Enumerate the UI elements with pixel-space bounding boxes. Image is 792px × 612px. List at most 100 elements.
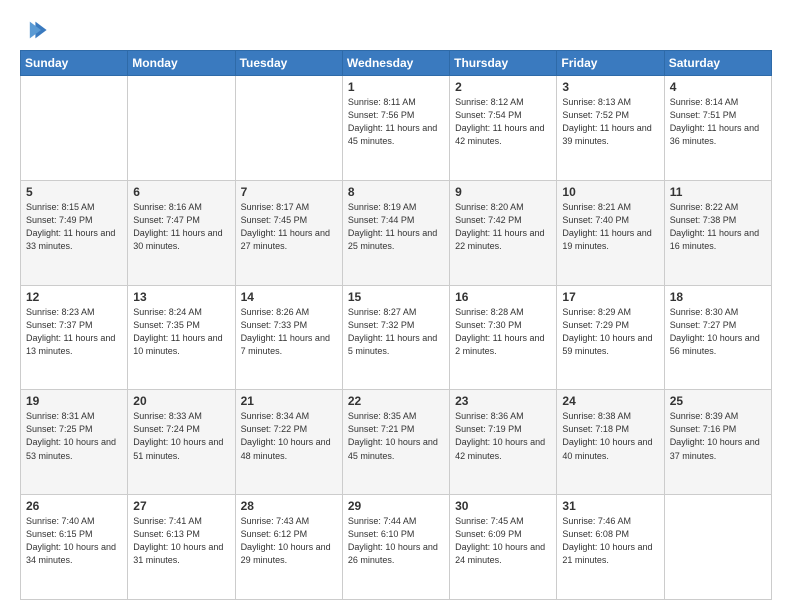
- calendar-cell: [21, 76, 128, 181]
- calendar-cell: 25 Sunrise: 8:39 AM Sunset: 7:16 PM Dayli…: [664, 390, 771, 495]
- day-number: 29: [348, 499, 444, 513]
- day-number: 28: [241, 499, 337, 513]
- calendar-cell: 9Sunrise: 8:20 AM Sunset: 7:42 PM Daylig…: [450, 180, 557, 285]
- day-info: Sunrise: 7:44 AM Sunset: 6:10 PM Dayligh…: [348, 515, 444, 567]
- day-number: 31: [562, 499, 658, 513]
- weekday-header-tuesday: Tuesday: [235, 51, 342, 76]
- day-number: 4: [670, 80, 766, 94]
- calendar-cell: 18 Sunrise: 8:30 AM Sunset: 7:27 PM Dayli…: [664, 285, 771, 390]
- day-number: 13: [133, 290, 229, 304]
- calendar-cell: 20 Sunrise: 8:33 AM Sunset: 7:24 PM Dayli…: [128, 390, 235, 495]
- weekday-header-wednesday: Wednesday: [342, 51, 449, 76]
- page: SundayMondayTuesdayWednesdayThursdayFrid…: [0, 0, 792, 612]
- calendar-cell: 6Sunrise: 8:16 AM Sunset: 7:47 PM Daylig…: [128, 180, 235, 285]
- calendar-cell: 13 Sunrise: 8:24 AM Sunset: 7:35 PM Dayli…: [128, 285, 235, 390]
- calendar-cell: 17 Sunrise: 8:29 AM Sunset: 7:29 PM Dayli…: [557, 285, 664, 390]
- calendar-cell: 1Sunrise: 8:11 AM Sunset: 7:56 PM Daylig…: [342, 76, 449, 181]
- day-number: 25: [670, 394, 766, 408]
- day-number: 6: [133, 185, 229, 199]
- day-number: 19: [26, 394, 122, 408]
- week-row-4: 19 Sunrise: 8:31 AM Sunset: 7:25 PM Dayli…: [21, 390, 772, 495]
- day-number: 3: [562, 80, 658, 94]
- calendar-cell: 21Sunrise: 8:34 AM Sunset: 7:22 PM Dayli…: [235, 390, 342, 495]
- day-info: Sunrise: 8:13 AM Sunset: 7:52 PM Dayligh…: [562, 96, 658, 148]
- day-info: Sunrise: 7:46 AM Sunset: 6:08 PM Dayligh…: [562, 515, 658, 567]
- weekday-header-monday: Monday: [128, 51, 235, 76]
- day-info: Sunrise: 8:33 AM Sunset: 7:24 PM Dayligh…: [133, 410, 229, 462]
- day-info: Sunrise: 8:27 AM Sunset: 7:32 PM Dayligh…: [348, 306, 444, 358]
- day-info: Sunrise: 8:29 AM Sunset: 7:29 PM Dayligh…: [562, 306, 658, 358]
- calendar-cell: 30 Sunrise: 7:45 AM Sunset: 6:09 PM Dayli…: [450, 495, 557, 600]
- weekday-header-sunday: Sunday: [21, 51, 128, 76]
- day-info: Sunrise: 8:23 AM Sunset: 7:37 PM Dayligh…: [26, 306, 122, 358]
- day-info: Sunrise: 7:43 AM Sunset: 6:12 PM Dayligh…: [241, 515, 337, 567]
- calendar-table: SundayMondayTuesdayWednesdayThursdayFrid…: [20, 50, 772, 600]
- day-info: Sunrise: 7:40 AM Sunset: 6:15 PM Dayligh…: [26, 515, 122, 567]
- day-number: 10: [562, 185, 658, 199]
- calendar-cell: 7 Sunrise: 8:17 AM Sunset: 7:45 PM Daylig…: [235, 180, 342, 285]
- day-number: 9: [455, 185, 551, 199]
- day-info: Sunrise: 7:45 AM Sunset: 6:09 PM Dayligh…: [455, 515, 551, 567]
- week-row-2: 5Sunrise: 8:15 AM Sunset: 7:49 PM Daylig…: [21, 180, 772, 285]
- week-row-5: 26Sunrise: 7:40 AM Sunset: 6:15 PM Dayli…: [21, 495, 772, 600]
- day-number: 30: [455, 499, 551, 513]
- calendar-cell: 10Sunrise: 8:21 AM Sunset: 7:40 PM Dayli…: [557, 180, 664, 285]
- calendar-cell: 24Sunrise: 8:38 AM Sunset: 7:18 PM Dayli…: [557, 390, 664, 495]
- day-number: 8: [348, 185, 444, 199]
- calendar-cell: 4 Sunrise: 8:14 AM Sunset: 7:51 PM Daylig…: [664, 76, 771, 181]
- calendar-cell: [664, 495, 771, 600]
- logo: [20, 16, 52, 44]
- day-info: Sunrise: 8:17 AM Sunset: 7:45 PM Dayligh…: [241, 201, 337, 253]
- day-number: 27: [133, 499, 229, 513]
- logo-icon: [20, 16, 48, 44]
- day-info: Sunrise: 7:41 AM Sunset: 6:13 PM Dayligh…: [133, 515, 229, 567]
- week-row-3: 12Sunrise: 8:23 AM Sunset: 7:37 PM Dayli…: [21, 285, 772, 390]
- weekday-header-thursday: Thursday: [450, 51, 557, 76]
- calendar-cell: 29 Sunrise: 7:44 AM Sunset: 6:10 PM Dayli…: [342, 495, 449, 600]
- calendar-cell: 26Sunrise: 7:40 AM Sunset: 6:15 PM Dayli…: [21, 495, 128, 600]
- day-info: Sunrise: 8:31 AM Sunset: 7:25 PM Dayligh…: [26, 410, 122, 462]
- calendar-cell: 14 Sunrise: 8:26 AM Sunset: 7:33 PM Dayli…: [235, 285, 342, 390]
- day-number: 16: [455, 290, 551, 304]
- day-number: 22: [348, 394, 444, 408]
- day-info: Sunrise: 8:14 AM Sunset: 7:51 PM Dayligh…: [670, 96, 766, 148]
- day-info: Sunrise: 8:30 AM Sunset: 7:27 PM Dayligh…: [670, 306, 766, 358]
- calendar-cell: 23 Sunrise: 8:36 AM Sunset: 7:19 PM Dayli…: [450, 390, 557, 495]
- calendar-cell: 31 Sunrise: 7:46 AM Sunset: 6:08 PM Dayli…: [557, 495, 664, 600]
- day-info: Sunrise: 8:34 AM Sunset: 7:22 PM Dayligh…: [241, 410, 337, 462]
- day-number: 20: [133, 394, 229, 408]
- calendar-cell: 12Sunrise: 8:23 AM Sunset: 7:37 PM Dayli…: [21, 285, 128, 390]
- calendar-cell: 5Sunrise: 8:15 AM Sunset: 7:49 PM Daylig…: [21, 180, 128, 285]
- calendar-cell: 16 Sunrise: 8:28 AM Sunset: 7:30 PM Dayli…: [450, 285, 557, 390]
- day-info: Sunrise: 8:36 AM Sunset: 7:19 PM Dayligh…: [455, 410, 551, 462]
- day-number: 14: [241, 290, 337, 304]
- calendar-cell: 15 Sunrise: 8:27 AM Sunset: 7:32 PM Dayli…: [342, 285, 449, 390]
- day-number: 2: [455, 80, 551, 94]
- day-number: 11: [670, 185, 766, 199]
- day-number: 18: [670, 290, 766, 304]
- day-number: 23: [455, 394, 551, 408]
- day-info: Sunrise: 8:26 AM Sunset: 7:33 PM Dayligh…: [241, 306, 337, 358]
- day-number: 15: [348, 290, 444, 304]
- week-row-1: 1Sunrise: 8:11 AM Sunset: 7:56 PM Daylig…: [21, 76, 772, 181]
- weekday-header-friday: Friday: [557, 51, 664, 76]
- calendar-cell: 22 Sunrise: 8:35 AM Sunset: 7:21 PM Dayli…: [342, 390, 449, 495]
- day-info: Sunrise: 8:15 AM Sunset: 7:49 PM Dayligh…: [26, 201, 122, 253]
- day-info: Sunrise: 8:24 AM Sunset: 7:35 PM Dayligh…: [133, 306, 229, 358]
- calendar-cell: 27 Sunrise: 7:41 AM Sunset: 6:13 PM Dayli…: [128, 495, 235, 600]
- weekday-header-row: SundayMondayTuesdayWednesdayThursdayFrid…: [21, 51, 772, 76]
- weekday-header-saturday: Saturday: [664, 51, 771, 76]
- day-number: 17: [562, 290, 658, 304]
- day-info: Sunrise: 8:11 AM Sunset: 7:56 PM Dayligh…: [348, 96, 444, 148]
- day-info: Sunrise: 8:39 AM Sunset: 7:16 PM Dayligh…: [670, 410, 766, 462]
- day-info: Sunrise: 8:28 AM Sunset: 7:30 PM Dayligh…: [455, 306, 551, 358]
- day-info: Sunrise: 8:12 AM Sunset: 7:54 PM Dayligh…: [455, 96, 551, 148]
- calendar-cell: 19 Sunrise: 8:31 AM Sunset: 7:25 PM Dayli…: [21, 390, 128, 495]
- header: [20, 16, 772, 44]
- day-info: Sunrise: 8:35 AM Sunset: 7:21 PM Dayligh…: [348, 410, 444, 462]
- day-number: 7: [241, 185, 337, 199]
- calendar-cell: 2 Sunrise: 8:12 AM Sunset: 7:54 PM Daylig…: [450, 76, 557, 181]
- day-info: Sunrise: 8:38 AM Sunset: 7:18 PM Dayligh…: [562, 410, 658, 462]
- calendar-cell: [128, 76, 235, 181]
- calendar-cell: 28 Sunrise: 7:43 AM Sunset: 6:12 PM Dayli…: [235, 495, 342, 600]
